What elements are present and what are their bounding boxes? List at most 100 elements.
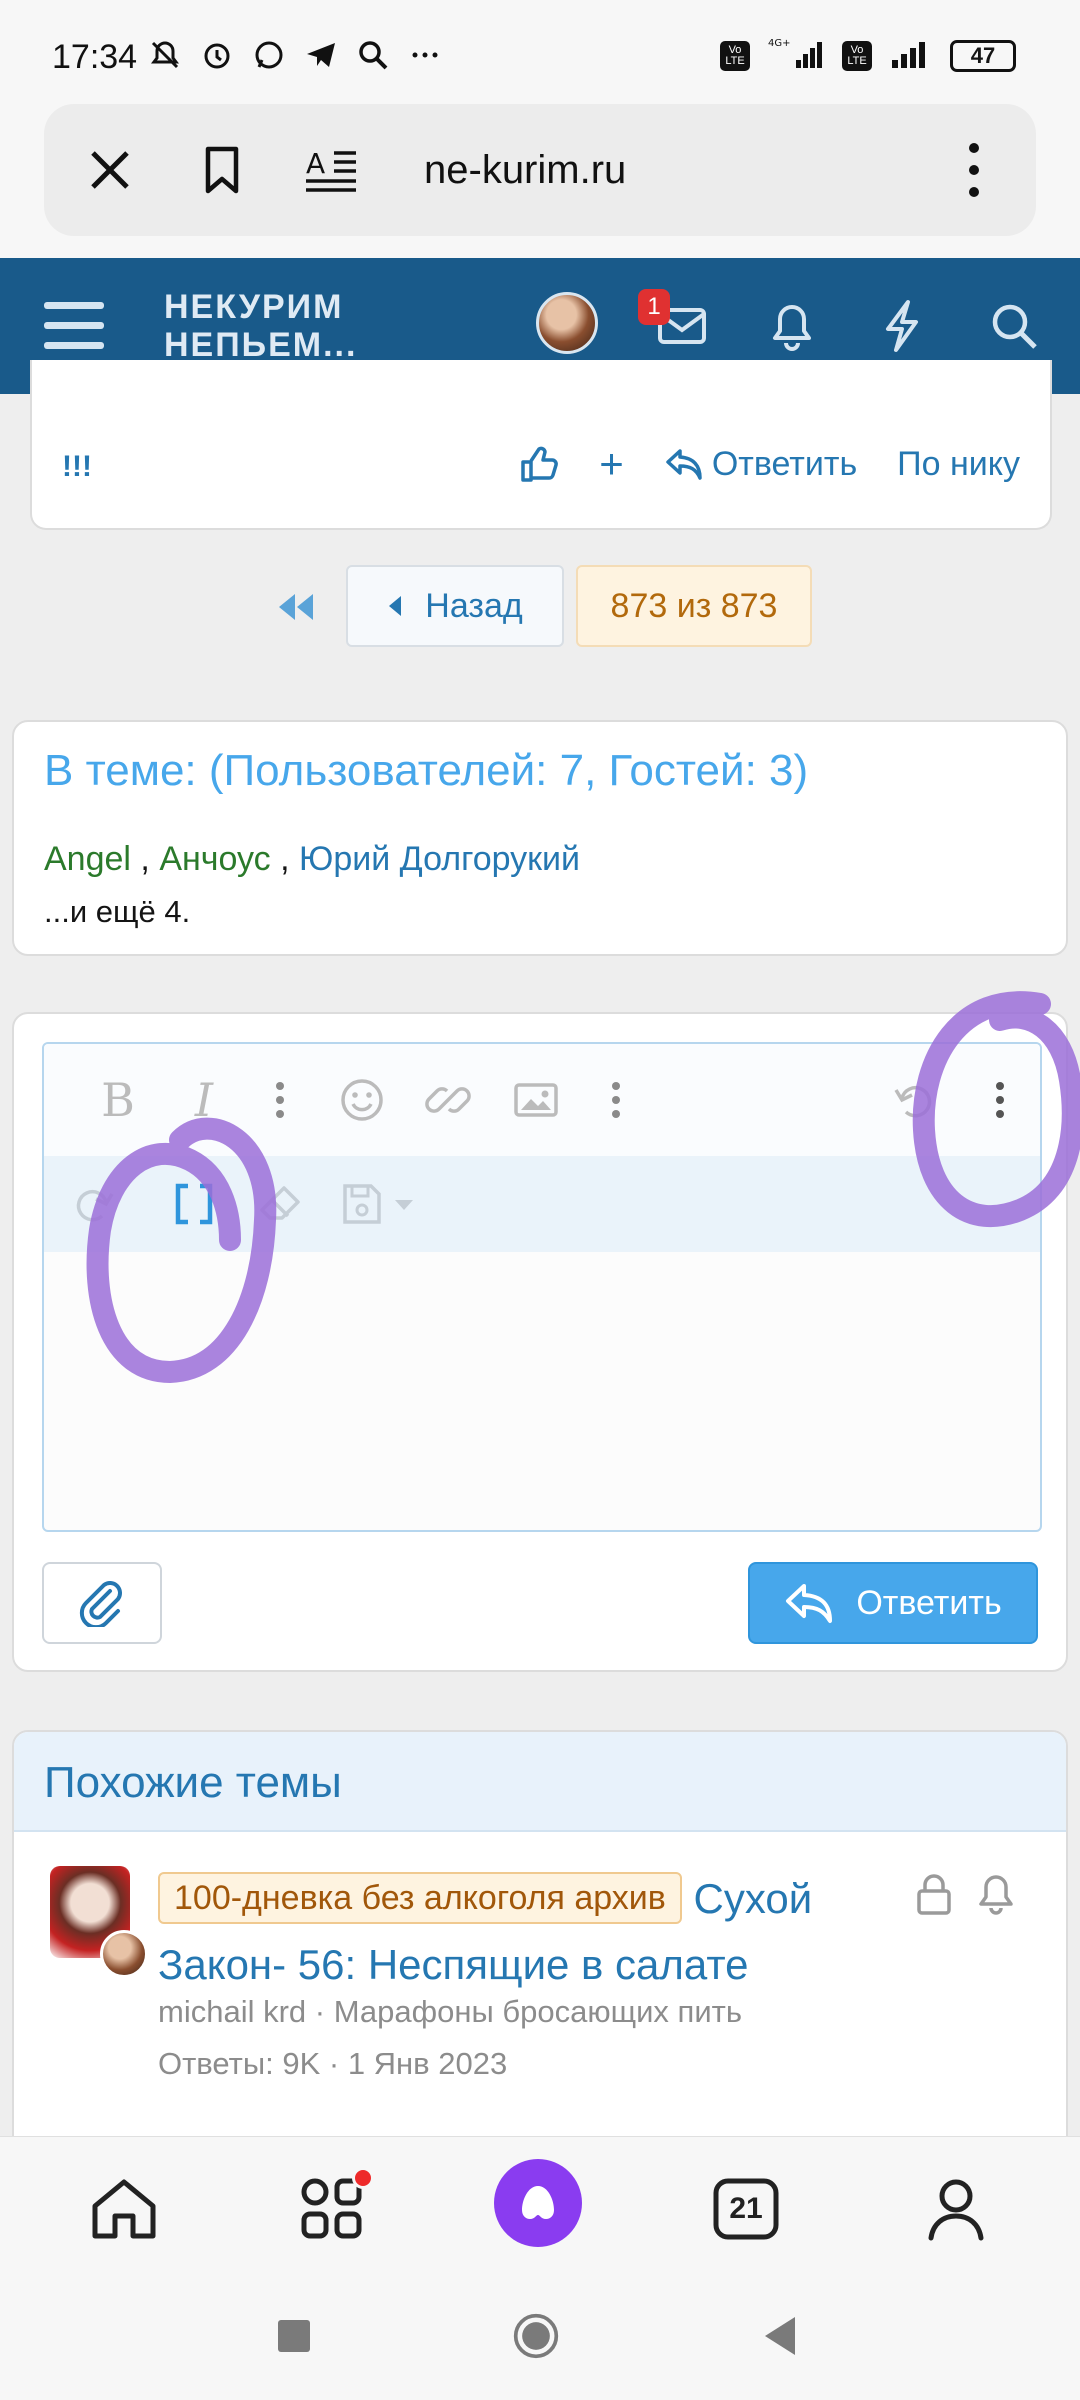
image-button[interactable] [506, 1070, 566, 1130]
online-title: В теме: (Пользователей: 7, Гостей: 3) [44, 746, 809, 795]
bold-button[interactable]: B [88, 1070, 148, 1130]
home-icon [92, 2179, 156, 2239]
system-back-button[interactable] [756, 2312, 804, 2360]
user-avatar[interactable] [536, 292, 598, 354]
online-more-text: ...и ещё 4. [44, 894, 191, 929]
signal-icon: 4G+ [766, 36, 826, 75]
watch-bell-icon[interactable] [974, 1870, 1018, 1918]
online-users-block: В теме: (Пользователей: 7, Гостей: 3) An… [12, 720, 1068, 956]
square-icon [278, 2320, 310, 2352]
profile-button[interactable] [914, 2167, 998, 2251]
like-button[interactable] [519, 444, 559, 484]
attach-files-button[interactable] [42, 1562, 162, 1644]
post-text: !!! [62, 450, 92, 483]
back-page-label: Назад [425, 586, 523, 625]
pagination: Назад 873 из 873 [0, 565, 1080, 647]
lock-icon [912, 1870, 956, 1918]
triangle-back-icon [765, 2317, 795, 2355]
notification-dot [352, 2167, 374, 2189]
bell-icon[interactable] [760, 294, 824, 358]
paperclip-icon [79, 1581, 122, 1627]
similar-threads-header: Похожие темы [14, 1732, 1066, 1832]
status-bar: 17:34 Vo LTE 4G+ Vo LTE 47 [0, 0, 1080, 100]
more-icon [406, 36, 444, 74]
close-icon[interactable] [82, 142, 138, 198]
caret-left-icon [389, 596, 402, 616]
online-user-link[interactable]: Юрий Долгорукий [299, 840, 580, 878]
user-separator: , [270, 840, 299, 878]
tabs-button[interactable]: 21 [704, 2167, 788, 2251]
post-actions: + Ответить По нику [519, 440, 1020, 488]
image-icon [514, 1083, 558, 1117]
alice-assistant-button[interactable] [494, 2159, 582, 2247]
smiley-icon [341, 1079, 383, 1121]
browser-toolbar: A ne-kurim.ru [0, 100, 1080, 258]
post-footer: !!! + Ответить По нику [30, 360, 1052, 530]
submit-reply-button[interactable]: Ответить [748, 1562, 1038, 1644]
system-home-button[interactable] [512, 2312, 560, 2360]
thumbs-up-icon [521, 446, 559, 482]
status-system-icons: Vo LTE 4G+ Vo LTE 47 [720, 36, 1016, 75]
home-button[interactable] [82, 2167, 166, 2251]
browser-bottom-nav: 21 [0, 2136, 1080, 2276]
undo-icon [894, 1085, 932, 1118]
site-logo[interactable]: НЕКУРИМ НЕПЬЕМ... [164, 288, 357, 364]
italic-button[interactable]: I [174, 1070, 234, 1130]
volte-icon-2: Vo LTE [842, 40, 872, 71]
mute-icon [146, 36, 184, 74]
tabs-count: 21 [729, 2192, 763, 2225]
vertical-dots-icon [612, 1082, 620, 1118]
site-search-icon[interactable] [982, 294, 1046, 358]
inbox-badge: 1 [638, 289, 670, 325]
reply-editor-block: B I Ответить [12, 1012, 1068, 1672]
reply-icon [786, 1584, 833, 1623]
status-notification-icons [146, 36, 444, 74]
thread-title-link[interactable]: 100-дневка без алкоголя архив Сухой Зако… [158, 1866, 918, 1998]
address-bar[interactable]: A ne-kurim.ru [44, 104, 1036, 236]
link-icon [425, 1087, 471, 1113]
editor-text-area[interactable] [44, 1252, 1040, 1530]
online-user-link[interactable]: Анчоус [159, 840, 270, 878]
profile-icon [928, 2179, 984, 2241]
system-nav-bar [0, 2276, 1080, 2400]
menu-kebab-icon[interactable] [946, 142, 1002, 198]
svg-text:A: A [306, 147, 325, 180]
thread-last-poster-avatar[interactable] [100, 1930, 148, 1978]
thread-stats: Ответы: 9K · 1 Янв 2023 [158, 2046, 508, 2081]
emoji-button[interactable] [332, 1070, 392, 1130]
thread-forum-link[interactable]: Марафоны бросающих пить [334, 1994, 742, 2029]
link-button[interactable] [418, 1070, 478, 1130]
circle-home-icon [513, 2313, 559, 2359]
thread-author-link[interactable]: michail krd [158, 1994, 306, 2029]
reply-link[interactable]: Ответить [664, 445, 857, 484]
double-chevron-left-icon [279, 594, 313, 620]
lightning-icon[interactable] [870, 294, 934, 358]
format-more-button[interactable] [250, 1070, 310, 1130]
recents-button[interactable] [270, 2312, 318, 2360]
bbcode-toggle-button[interactable] [164, 1174, 224, 1234]
redo-button[interactable] [64, 1174, 124, 1234]
reader-mode-icon[interactable]: A [304, 142, 360, 198]
undo-button[interactable] [884, 1070, 944, 1130]
first-page-button[interactable] [270, 583, 320, 631]
toolbar-more-button[interactable] [970, 1070, 1030, 1130]
vertical-dots-icon [276, 1082, 284, 1118]
by-nick-link[interactable]: По нику [897, 445, 1020, 484]
brackets-icon [175, 1183, 213, 1225]
online-user-link[interactable]: Angel [44, 840, 131, 878]
plus-button[interactable]: + [599, 440, 624, 488]
user-separator: , [130, 840, 160, 878]
drafts-button[interactable] [336, 1174, 426, 1234]
alice-icon [522, 2186, 554, 2219]
status-time: 17:34 [52, 38, 138, 76]
bookmark-icon[interactable] [194, 142, 250, 198]
clear-format-button[interactable] [250, 1174, 310, 1234]
back-page-button[interactable]: Назад [346, 565, 564, 647]
current-page-indicator[interactable]: 873 из 873 [576, 565, 812, 647]
hamburger-menu-icon[interactable] [42, 294, 106, 358]
thread-meta: michail krd · Марафоны бросающих пить [158, 1994, 742, 2030]
insert-more-button[interactable] [586, 1070, 646, 1130]
thread-prefix-badge[interactable]: 100-дневка без алкоголя архив [158, 1872, 682, 1924]
url-text[interactable]: ne-kurim.ru [424, 148, 626, 193]
submit-reply-label: Ответить [856, 1583, 1002, 1622]
